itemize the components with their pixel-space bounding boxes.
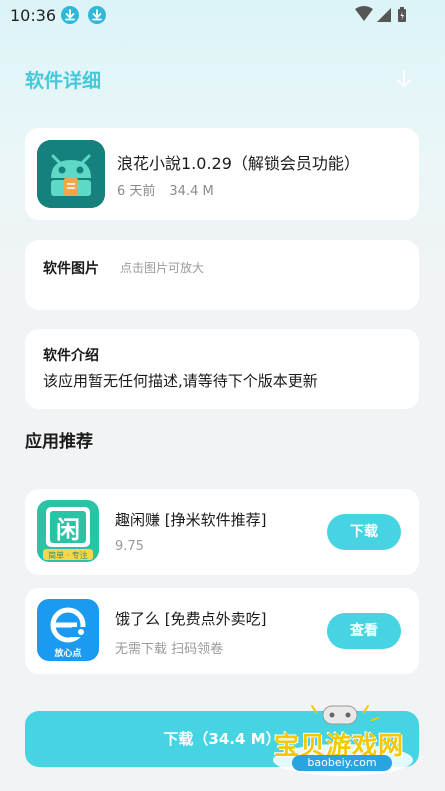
screenshots-hint: 点击图片可放大 <box>120 261 205 275</box>
recommend-item[interactable]: 放心点 饿了么 [免费点外卖吃] 无需下载 扫码领卷 查看 <box>25 588 419 674</box>
status-bar: 10:36 <box>0 0 445 30</box>
app-meta: 6 天前 34.4 M <box>117 180 214 199</box>
recommend-item-sub: 9.75 <box>115 539 144 554</box>
ele-me-caption: 放心点 <box>53 647 81 659</box>
intro-card: 软件介绍 该应用暂无任何描述,请等待下个版本更新 <box>25 329 419 409</box>
status-time: 10:36 <box>10 6 57 25</box>
intro-heading: 软件介绍 <box>43 348 99 364</box>
recommend-download-button[interactable]: 下载 <box>327 514 401 550</box>
app-age: 6 天前 <box>117 184 156 199</box>
qu-xian-zhuan-icon: 闲 简单 · 专注 <box>37 500 99 562</box>
page-title: 软件详细 <box>25 70 102 92</box>
app-size: 34.4 M <box>169 184 214 199</box>
qu-xian-zhuan-caption: 简单 · 专注 <box>48 550 88 560</box>
download-notification-icon <box>61 6 79 24</box>
recommend-item-sub: 无需下载 扫码领卷 <box>115 642 224 657</box>
recommend-item-name: 饿了么 [免费点外卖吃] <box>115 610 267 628</box>
download-notification-icon <box>88 6 106 24</box>
recommend-item-name: 趣闲赚 [挣米软件推荐] <box>115 511 267 529</box>
recommend-item[interactable]: 闲 简单 · 专注 趣闲赚 [挣米软件推荐] 9.75 下载 <box>25 489 419 575</box>
app-icon <box>37 140 105 208</box>
download-arrow-icon[interactable] <box>395 68 413 90</box>
recommend-view-button[interactable]: 查看 <box>327 613 401 649</box>
screenshots-card: 软件图片 点击图片可放大 <box>25 240 419 310</box>
qu-xian-zhuan-glyph: 闲 <box>56 516 80 544</box>
app-name: 浪花小說1.0.29（解锁会员功能） <box>117 154 360 173</box>
intro-text: 该应用暂无任何描述,请等待下个版本更新 <box>43 372 318 390</box>
main-download-button[interactable]: 下载（34.4 M） <box>25 711 419 767</box>
app-info-card: 浪花小說1.0.29（解锁会员功能） 6 天前 34.4 M <box>25 128 419 220</box>
recommend-title: 应用推荐 <box>25 432 93 452</box>
ele-me-icon: 放心点 <box>37 599 99 661</box>
screenshots-heading: 软件图片 <box>43 261 99 277</box>
signal-battery-icons <box>355 6 406 22</box>
